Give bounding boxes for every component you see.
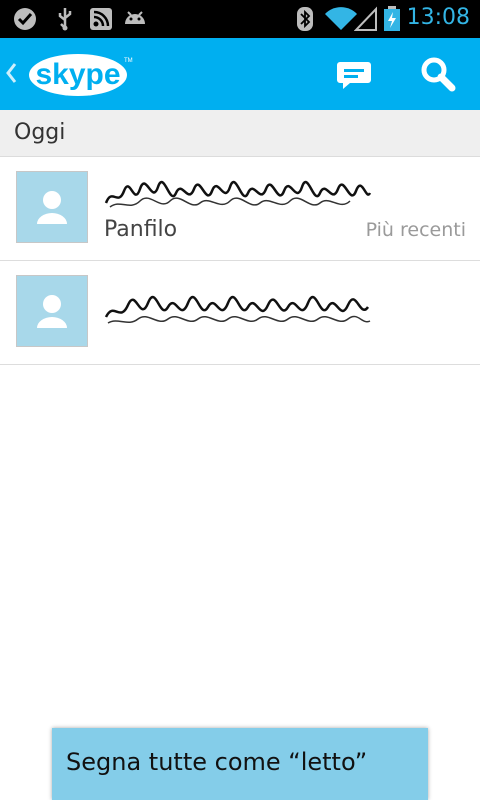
wifi-icon	[325, 7, 357, 30]
action-bar: skype TM	[0, 38, 480, 110]
conversation-row[interactable]: Panfilo Più recenti	[0, 157, 480, 261]
mark-all-read-label: Segna tutte come “letto”	[66, 748, 368, 776]
svg-text:skype: skype	[35, 58, 120, 91]
avatar	[16, 171, 88, 243]
avatar	[16, 275, 88, 347]
default-avatar-icon	[37, 191, 67, 224]
signal-icon	[354, 6, 377, 31]
default-avatar-icon	[37, 295, 67, 328]
back-chevron-icon[interactable]	[4, 58, 18, 88]
check-circle-icon	[14, 8, 36, 30]
usb-icon	[58, 8, 72, 31]
conversation-row[interactable]	[0, 261, 480, 365]
contact-name-scribble	[104, 180, 372, 208]
android-icon	[125, 11, 145, 24]
rss-icon	[90, 8, 112, 30]
timestamp-label: Più recenti	[365, 219, 466, 241]
status-time: 13:08	[406, 5, 470, 30]
status-bar: 13:08	[0, 0, 480, 38]
battery-charging-icon	[384, 6, 400, 31]
bluetooth-icon	[297, 7, 313, 31]
chat-bubble-icon[interactable]	[334, 54, 374, 94]
search-icon[interactable]	[418, 54, 458, 94]
contact-name-scribble	[104, 295, 371, 324]
mark-all-read-menu-item[interactable]: Segna tutte come “letto”	[52, 728, 428, 800]
svg-text:TM: TM	[124, 58, 133, 64]
section-title: Oggi	[14, 120, 66, 145]
contact-subtitle: Panfilo	[104, 217, 178, 242]
section-header: Oggi	[0, 110, 480, 157]
skype-logo[interactable]: skype TM	[26, 48, 134, 100]
